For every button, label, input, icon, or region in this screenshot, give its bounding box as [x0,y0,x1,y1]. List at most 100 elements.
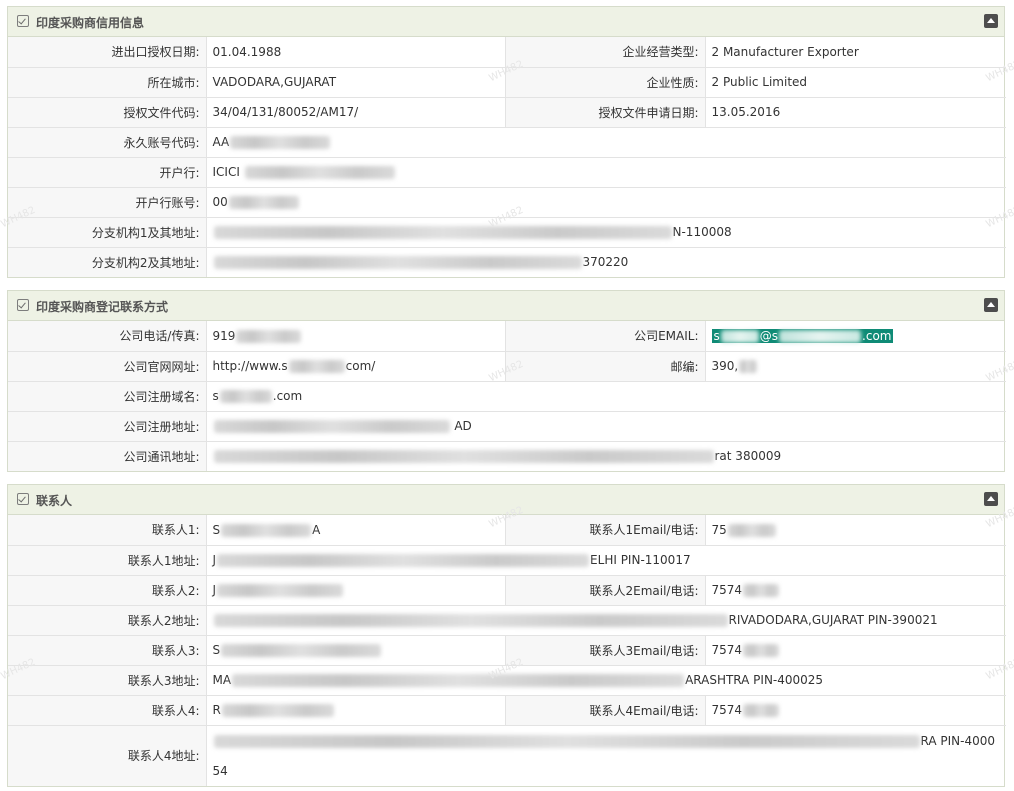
table-row: 公司官网网址: http://www.s com/ 邮编: 390, [8,351,1006,382]
field-label: 进出口授权日期: [8,37,207,68]
redacted-text [228,196,299,209]
field-value: 7574 [705,575,1006,606]
contacts-table: 联系人1: SA 联系人1Email/电话: 75 联系人1地址: J ELHI … [8,515,1006,786]
field-value: rat 380009 [206,441,1006,471]
field-label: 开户行账号: [8,187,207,218]
field-value: RIVADODARA,GUJARAT PIN-390021 [206,605,1006,636]
redacted-text [720,329,759,343]
value-text: 7574 [711,643,743,657]
selected-email: s @s .com [711,328,894,343]
redacted-text [743,644,780,657]
value-text: ELHI PIN-110017 [590,553,691,567]
table-row: 联系人4: R 联系人4Email/电话: 7574 [8,695,1006,726]
table-row: 进出口授权日期: 01.04.1988 企业经营类型: 2 Manufactur… [8,37,1006,68]
field-label: 联系人3Email/电话: [505,635,706,666]
field-label: 联系人2: [8,575,207,606]
value-text: @s [759,328,779,343]
table-row: 联系人4地址: RA PIN-4000 54 [8,725,1006,786]
contacts-panel: 联系人 联系人1: SA 联系人1Email/电话: 75 联系人1地址: JE… [7,484,1006,787]
value-text: A [312,522,321,537]
value-text: 370220 [582,255,629,270]
value-text: ARASHTRA PIN-400025 [685,673,824,687]
value-text: N-110008 [672,225,732,239]
credit-info-panel: 印度采购商信用信息 进出口授权日期: 01.04.1988 企业经营类型: 2 … [7,6,1006,278]
field-value: 13.05.2016 [705,97,1006,128]
field-label: 所在城市: [8,67,207,98]
field-value: 34/04/131/80052/AM17/ [206,97,506,128]
redacted-text [213,450,714,464]
redacted-text [213,256,582,270]
panel-header: 联系人 [8,485,1004,515]
redacted-text [236,329,302,343]
field-value: 00 [206,187,1006,218]
panel-title: 联系人 [36,494,73,508]
value-text: S [212,643,221,657]
value-text: S [212,522,221,537]
redacted-text [217,554,590,567]
value-text: http://www.s [212,359,288,373]
value-text: 75 [711,522,727,537]
panel-header: 印度采购商登记联系方式 [8,291,1004,321]
field-label: 公司注册地址: [8,411,207,442]
field-value: SA [206,515,506,546]
value-text: 00 [212,195,228,209]
value-text: RIVADODARA,GUJARAT PIN-390021 [728,613,938,627]
field-value: 7574 [705,695,1006,726]
field-value: 2 Manufacturer Exporter [705,37,1006,68]
panel-title: 印度采购商登记联系方式 [36,300,169,314]
table-row: 开户行: ICICI [8,157,1006,188]
table-row: 分支机构2及其地址: 370220 [8,247,1006,277]
redacted-text [739,360,758,373]
collapse-button[interactable] [984,492,998,506]
table-row: 联系人1: SA 联系人1Email/电话: 75 [8,515,1006,546]
collapse-button[interactable] [984,298,998,312]
field-value: 7574 [705,635,1006,666]
field-label: 开户行: [8,157,207,188]
value-text: ICICI [212,165,244,179]
table-row: 联系人2地址: RIVADODARA,GUJARAT PIN-390021 [8,605,1006,636]
field-value: AA [206,127,1006,158]
field-label: 永久账号代码: [8,127,207,158]
redacted-text [244,166,395,179]
email-value[interactable]: s @s .com [705,321,1006,352]
field-value: 370220 [206,247,1006,277]
field-value: RA PIN-4000 54 [206,725,1006,786]
redacted-text [221,644,382,657]
value-text: R [212,703,221,717]
redacted-text [779,329,862,343]
website-value: http://www.s com/ [206,351,506,382]
value-text: s [713,328,720,343]
checkbox-doc-icon [17,299,29,311]
redacted-text [221,704,334,717]
table-row: 联系人1地址: J ELHI PIN-110017 [8,545,1006,576]
field-label: 授权文件申请日期: [505,97,706,128]
redacted-text [221,523,312,537]
redacted-text [219,390,272,403]
redacted-text [213,734,920,748]
field-label: 邮编: [505,351,706,382]
field-label: 分支机构2及其地址: [8,247,207,277]
field-label: 联系人1Email/电话: [505,515,706,546]
value-text: AA [212,135,230,149]
value-text: com/ [345,359,376,373]
field-value: 75 [705,515,1006,546]
table-row: 所在城市: VADODARA,GUJARAT 企业性质: 2 Public Li… [8,67,1006,98]
field-value: MA ARASHTRA PIN-400025 [206,665,1006,696]
redacted-text [213,614,728,627]
table-row: 联系人3: S 联系人3Email/电话: 7574 [8,635,1006,666]
redacted-text [727,523,776,537]
collapse-button[interactable] [984,14,998,28]
field-label: 联系人4: [8,695,207,726]
value-text: J [212,583,217,597]
table-row: 公司注册域名: s .com [8,381,1006,412]
credit-info-table: 进出口授权日期: 01.04.1988 企业经营类型: 2 Manufactur… [8,37,1006,277]
value-text: 54 [212,763,228,778]
field-label: 分支机构1及其地址: [8,217,207,248]
table-row: 开户行账号: 00 [8,187,1006,218]
panel-title: 印度采购商信用信息 [36,16,145,30]
field-label: 联系人1地址: [8,545,207,576]
checkbox-doc-icon [17,15,29,27]
field-value: 01.04.1988 [206,37,506,68]
value-text: .com [272,389,303,403]
field-value: N-110008 [206,217,1006,248]
